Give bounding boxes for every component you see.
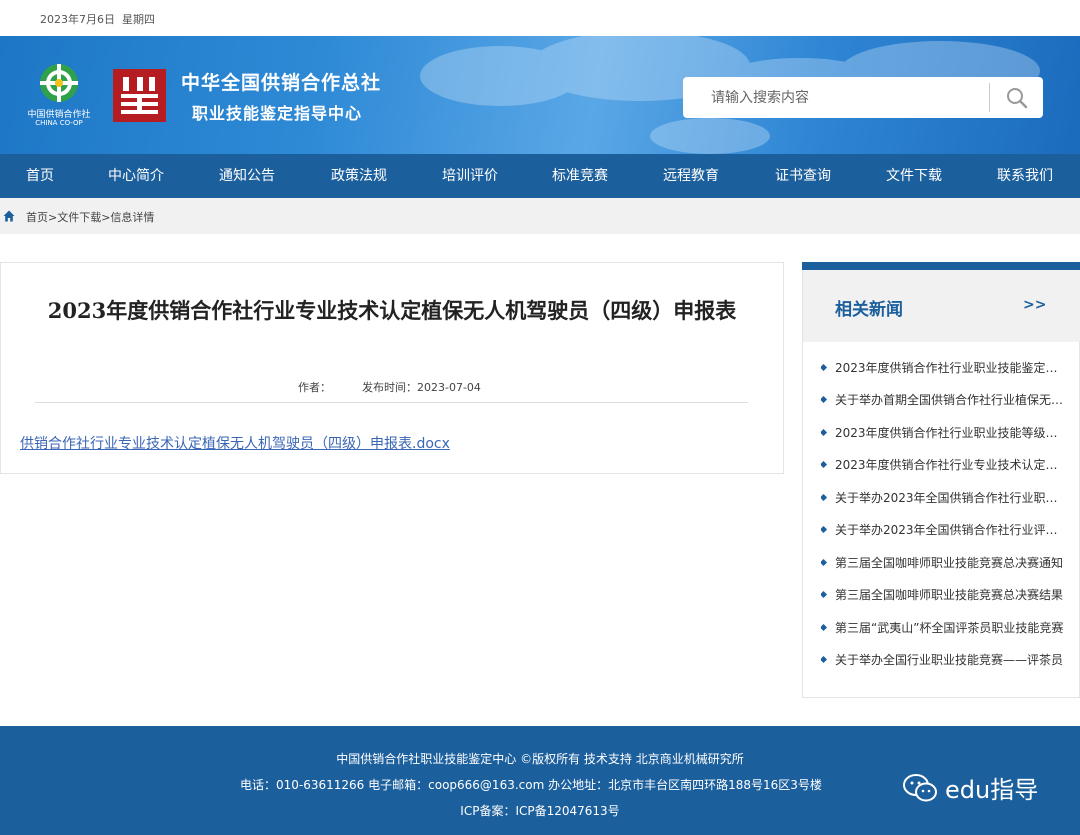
list-item[interactable]: 2023年度供销合作社行业专业技术认定工作通知 (821, 456, 1067, 474)
top-date-bar: 2023年7月6日 星期四 (0, 0, 1080, 36)
search-icon (1006, 87, 1027, 108)
nav-training[interactable]: 培训评价 (442, 154, 498, 198)
related-news-header: 相关新闻 >> (803, 270, 1080, 342)
org-name: 中华全国供销合作总社 (181, 72, 382, 94)
related-news-panel: 相关新闻 >> 2023年度供销合作社行业职业技能鉴定工作安排 关于举办首期全国… (802, 262, 1080, 698)
seal-icon (121, 77, 158, 114)
list-item[interactable]: 关于举办全国行业职业技能竞赛——评茶员 (821, 651, 1067, 669)
current-date: 2023年7月6日 (40, 13, 115, 26)
attachment-link[interactable]: 供销合作社行业专业技术认定植保无人机驾驶员（四级）申报表.docx (20, 433, 450, 453)
list-item[interactable]: 关于举办首期全国供销合作社行业植保无人机驾驶员 (821, 391, 1067, 409)
related-news-accent-bar (802, 262, 1080, 270)
nav-about[interactable]: 中心简介 (108, 154, 164, 198)
nav-policies[interactable]: 政策法规 (331, 154, 387, 198)
list-item[interactable]: 关于举办2023年全国供销合作社行业评茶员竞赛 (821, 521, 1067, 539)
breadcrumb-separator: > (48, 211, 58, 224)
list-item[interactable]: 第三届“武夷山”杯全国评茶员职业技能竞赛 (821, 619, 1067, 637)
nav-downloads[interactable]: 文件下载 (886, 154, 942, 198)
coop-logo-en-text: CHINA CO-OP (35, 119, 83, 127)
current-weekday: 星期四 (122, 13, 155, 26)
article-panel: 2023年度供销合作社行业专业技术认定植保无人机驾驶员（四级）申报表 作者： 发… (0, 262, 784, 474)
list-item[interactable]: 第三届全国咖啡师职业技能竞赛总决赛通知 (821, 554, 1067, 572)
page-footer: 中国供销合作社职业技能鉴定中心 ©版权所有 技术支持 北京商业机械研究所 电话：… (0, 726, 1080, 835)
breadcrumb: 首页>文件下载>信息详情 (26, 209, 154, 225)
list-item[interactable]: 2023年度供销合作社行业职业技能鉴定工作安排 (821, 359, 1067, 377)
search-box (683, 77, 1043, 118)
nav-notices[interactable]: 通知公告 (219, 154, 275, 198)
article-divider (35, 402, 748, 403)
footer-copyright: 中国供销合作社职业技能鉴定中心 ©版权所有 技术支持 北京商业机械研究所 (336, 752, 744, 766)
search-input[interactable] (683, 77, 989, 118)
breadcrumb-current: 信息详情 (110, 211, 155, 224)
related-news-title: 相关新闻 (835, 300, 903, 320)
wechat-watermark: edu指导 (903, 770, 1038, 805)
search-button[interactable] (990, 77, 1043, 118)
china-coop-logo[interactable]: 中国供销合作社 CHINA CO-OP (20, 62, 98, 132)
nav-remote-education[interactable]: 远程教育 (663, 154, 719, 198)
breadcrumb-downloads[interactable]: 文件下载 (57, 211, 101, 224)
list-item[interactable]: 第三届全国咖啡师职业技能竞赛总决赛结果 (821, 586, 1067, 604)
wechat-icon (903, 773, 937, 801)
nav-contact[interactable]: 联系我们 (997, 154, 1053, 198)
article-author: 作者： (298, 381, 331, 394)
footer-contact: 电话：010-63611266 电子邮箱：coop666@163.com 办公地… (240, 778, 822, 792)
breadcrumb-home[interactable]: 首页 (26, 211, 48, 224)
list-item[interactable]: 2023年度供销合作社行业职业技能等级认定工作 (821, 424, 1067, 442)
main-nav: 首页 中心简介 通知公告 政策法规 培训评价 标准竞赛 远程教育 证书查询 文件… (0, 154, 1080, 198)
related-news-more-link[interactable]: >> (1023, 297, 1046, 313)
list-item[interactable]: 关于举办2023年全国供销合作社行业职业技能竞赛 (821, 489, 1067, 507)
home-icon (3, 210, 15, 222)
nav-home[interactable]: 首页 (26, 154, 54, 198)
breadcrumb-bar: 首页>文件下载>信息详情 (0, 198, 1080, 234)
watermark-text: edu指导 (945, 776, 1039, 804)
article-publish-date: 发布时间：2023-07-04 (362, 381, 481, 394)
coop-emblem-icon (40, 64, 78, 102)
nav-certificate-query[interactable]: 证书查询 (775, 154, 831, 198)
article-title: 2023年度供销合作社行业专业技术认定植保无人机驾驶员（四级）申报表 (47, 298, 737, 323)
header-banner: 中国供销合作社 CHINA CO-OP 中华全国供销合作总社 职业技能鉴定指导中… (0, 36, 1080, 154)
nav-standards[interactable]: 标准竞赛 (552, 154, 608, 198)
org-subtitle: 职业技能鉴定指导中心 (192, 104, 363, 123)
appraisal-seal-logo (113, 69, 166, 122)
